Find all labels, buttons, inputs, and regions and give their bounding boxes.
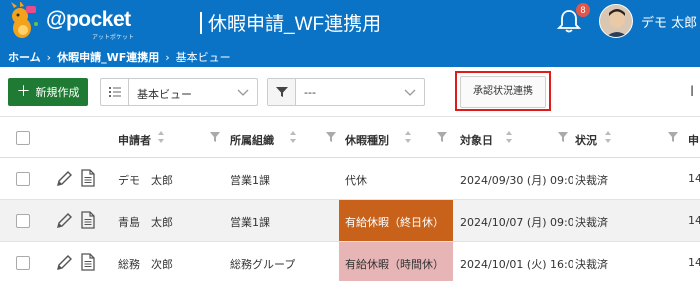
status-cell: 決裁済 [575,216,608,229]
column-header-status[interactable]: 状況 [575,132,597,148]
leave-type-cell: 有給休暇（時間休） [345,258,444,271]
title-divider [200,12,202,34]
user-name[interactable]: デモ 太郎 [641,12,697,31]
view-select[interactable]: 基本ビュー [100,78,258,106]
sort-icon[interactable] [157,129,165,145]
row-checkbox[interactable] [16,172,30,186]
sort-icon[interactable] [289,129,297,145]
toolbar-right-fragment: I [690,84,695,100]
applicant-cell: 青島 太郎 [118,216,173,229]
logo-wordmark: @pocket [46,8,131,31]
sort-icon[interactable] [404,129,412,145]
filter-icon[interactable] [437,132,447,143]
status-cell: 決裁済 [575,258,608,271]
column-header-department[interactable]: 所属組織 [230,132,274,148]
extra-cell: 14 [688,172,700,185]
user-photo-icon [600,5,632,37]
pencil-icon[interactable] [56,212,73,229]
notification-badge: 8 [576,3,590,17]
column-header-extra[interactable]: 申 [688,132,699,148]
column-header-leave-type[interactable]: 休暇種別 [345,132,389,148]
breadcrumb-home[interactable]: ホーム [8,49,41,65]
filter-select-value: --- [304,86,316,99]
column-header-target-date[interactable]: 対象日 [460,132,493,148]
breadcrumb-separator: › [165,50,170,64]
sort-icon[interactable] [505,129,513,145]
breadcrumb-current: 基本ビュー [175,51,231,64]
row-checkbox[interactable] [16,256,30,270]
chevron-down-icon [237,89,249,96]
filter-icon[interactable] [558,132,568,143]
table-row[interactable]: デモ 太郎 営業1課 代休 2024/09/30 (月) 09:0 決裁済 14 [0,158,700,200]
funnel-icon [268,79,296,105]
filter-icon[interactable] [210,132,220,143]
department-cell: 営業1課 [230,216,270,229]
pencil-icon[interactable] [56,254,73,271]
breadcrumb-separator: › [46,50,52,64]
document-icon[interactable] [81,211,95,229]
toolbar: ＋ 新規作成 基本ビュー --- 承認状況連携 I [0,67,700,117]
view-select-value: 基本ビュー [137,88,192,101]
avatar[interactable] [599,4,633,38]
document-icon[interactable] [81,253,95,271]
leave-type-cell: 有給休暇（終日休） [345,216,444,229]
filter-select[interactable]: --- [267,78,425,106]
chevron-down-icon [404,89,416,96]
leave-type-cell: 代休 [345,174,367,187]
applicant-cell: 総務 次郎 [118,258,173,271]
kangaroo-mascot-icon [11,2,38,38]
list-icon [101,79,129,105]
filter-icon[interactable] [326,132,336,143]
table-header: 申請者 所属組織 休暇種別 対象日 状況 申 [0,118,700,158]
column-header-applicant[interactable]: 申請者 [118,132,151,148]
new-record-button[interactable]: ＋ 新規作成 [8,78,88,106]
plus-icon: ＋ [16,84,31,100]
page-title: 休暇申請_WF連携用 [208,14,382,35]
applicant-cell: デモ 太郎 [118,174,173,187]
select-all-checkbox[interactable] [16,131,30,145]
row-checkbox[interactable] [16,214,30,228]
filter-icon[interactable] [668,132,678,143]
pencil-icon[interactable] [56,170,73,187]
extra-cell: 14 [688,256,700,269]
target-date-cell: 2024/10/01 (火) 16:0 [460,258,573,271]
department-cell: 総務グループ [230,258,296,271]
breadcrumb: ホーム › 休暇申請_WF連携用 › 基本ビュー [8,49,231,65]
department-cell: 営業1課 [230,174,270,187]
extra-cell: 14 [688,214,700,227]
new-record-label: 新規作成 [35,86,80,99]
app-header: @pocket アットポケット 休暇申請_WF連携用 8 デモ 太郎 ホーム ›… [0,0,700,67]
target-date-cell: 2024/10/07 (月) 09:0 [460,216,573,229]
table-row[interactable]: 青島 太郎 営業1課 有給休暇（終日休） 2024/10/07 (月) 09:0… [0,200,700,242]
breadcrumb-app[interactable]: 休暇申請_WF連携用 [57,49,159,65]
app-logo[interactable]: @pocket アットポケット [6,2,136,41]
status-cell: 決裁済 [575,174,608,187]
document-icon[interactable] [81,169,95,187]
logo-subtext: アットポケット [92,34,135,41]
highlight-box [455,71,551,111]
table-row[interactable]: 総務 次郎 総務グループ 有給休暇（時間休） 2024/10/01 (火) 16… [0,242,700,281]
target-date-cell: 2024/09/30 (月) 09:0 [460,174,573,187]
sort-icon[interactable] [604,129,612,145]
